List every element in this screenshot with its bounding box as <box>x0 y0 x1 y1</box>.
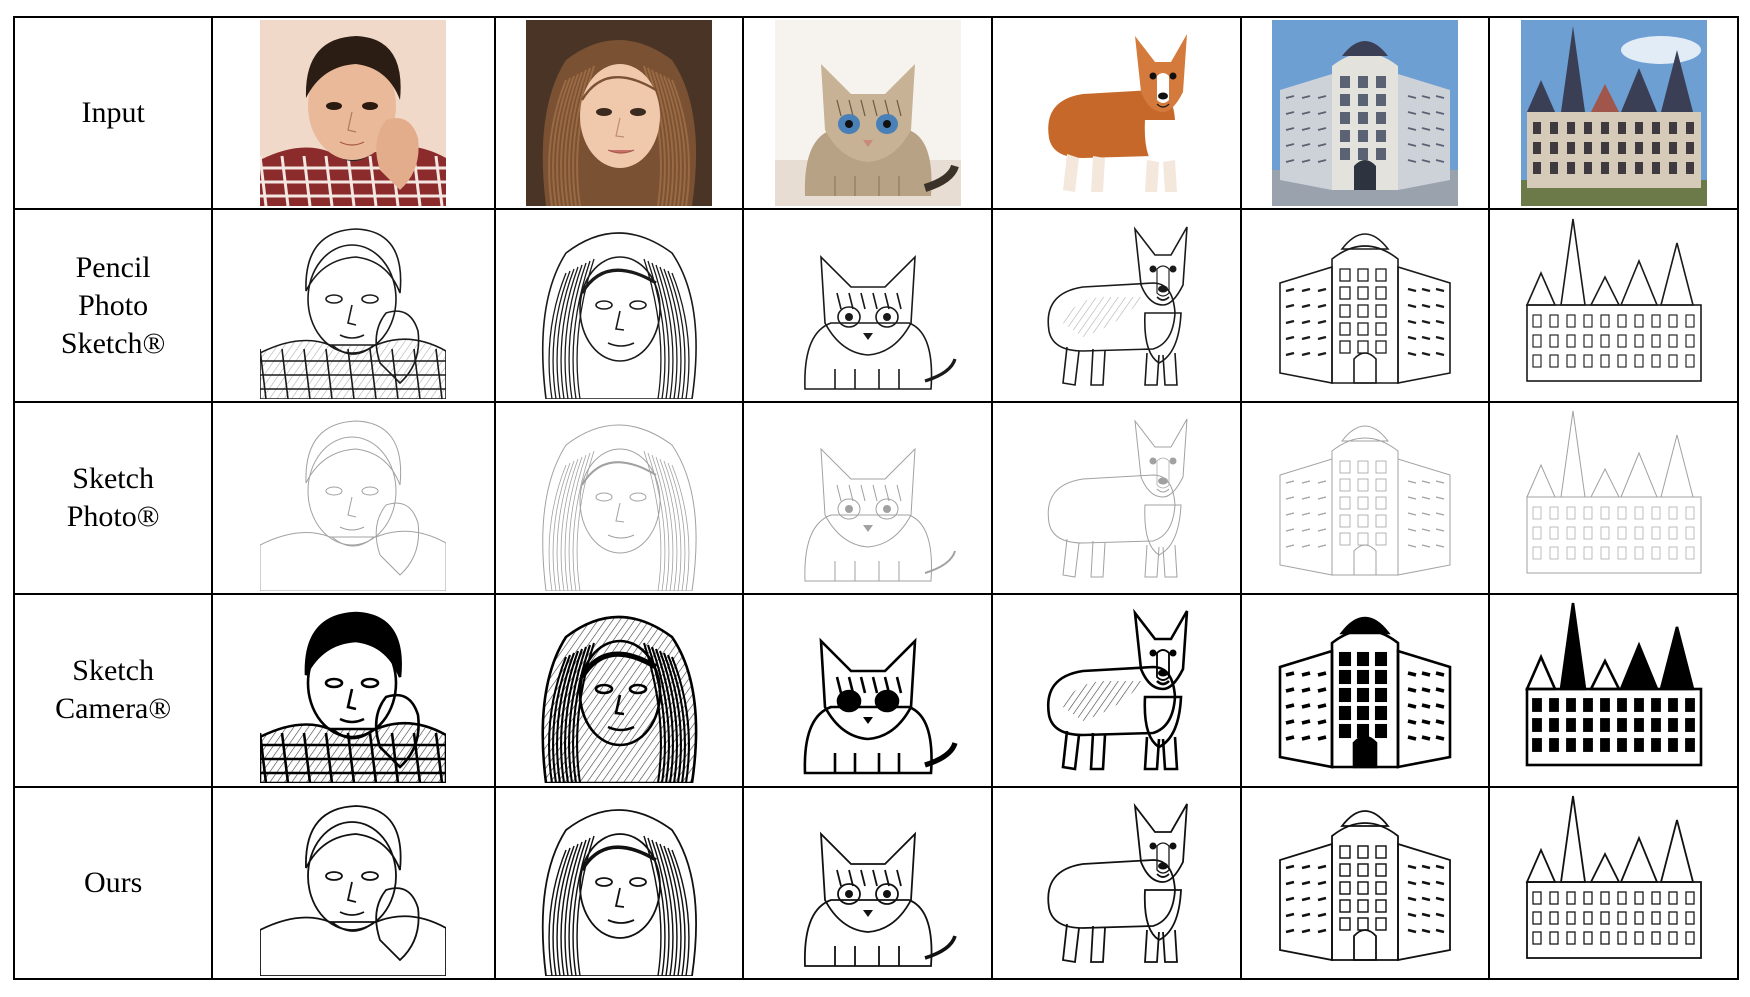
image-cell <box>742 400 993 596</box>
row-label: Input <box>12 15 214 211</box>
row-sketch-photo: Sketch Photo® <box>12 400 1739 596</box>
man-portrait-faint-image <box>260 405 447 591</box>
image-cell <box>493 785 745 981</box>
row-label-line: Pencil <box>75 250 151 284</box>
row-label: Sketch Photo® <box>12 400 214 596</box>
image-cell <box>493 15 745 211</box>
corgi-pencil-image <box>1023 213 1209 399</box>
image-cell <box>1488 593 1739 788</box>
row-sketch-camera: Sketch Camera® <box>12 593 1739 788</box>
row-label-line: Sketch® <box>60 326 166 360</box>
image-cell <box>493 208 745 403</box>
cat-ours-image <box>775 790 961 976</box>
man-portrait-color-image <box>260 20 447 207</box>
building-dark-image <box>1272 597 1458 783</box>
image-cell <box>1488 15 1739 211</box>
woman-portrait-pencil-image <box>526 213 712 399</box>
image-cell <box>1239 400 1491 596</box>
castle-faint-image <box>1521 405 1707 591</box>
man-portrait-ours-image <box>260 790 447 976</box>
man-portrait-dark-image <box>260 597 447 784</box>
image-cell <box>1239 15 1491 211</box>
corgi-color-image <box>1023 20 1210 207</box>
cat-pencil-image <box>775 213 961 399</box>
image-cell <box>211 400 496 596</box>
image-cell <box>990 785 1242 981</box>
row-ours: Ours <box>12 785 1739 981</box>
row-label: Ours <box>12 785 214 981</box>
cat-dark-image <box>775 597 961 783</box>
row-label-line: Photo® <box>66 499 160 533</box>
row-input: Input <box>12 15 1739 211</box>
image-cell <box>990 400 1242 596</box>
building-color-image <box>1271 20 1458 207</box>
image-cell <box>211 785 496 981</box>
woman-portrait-color-image <box>525 20 712 207</box>
man-portrait-pencil-image <box>260 213 447 399</box>
corgi-ours-image <box>1023 790 1209 976</box>
cat-faint-image <box>775 405 961 591</box>
image-cell <box>1488 400 1739 596</box>
woman-portrait-ours-image <box>526 790 712 976</box>
row-label-line: Ours <box>83 865 143 899</box>
row-label-line: Sketch <box>72 654 154 688</box>
image-cell <box>493 593 745 788</box>
image-cell <box>211 208 496 403</box>
row-label-line: Sketch <box>72 461 154 495</box>
image-cell <box>742 593 993 788</box>
image-cell <box>1488 208 1739 403</box>
row-label: Sketch Camera® <box>12 593 214 788</box>
image-cell <box>990 15 1242 211</box>
comparison-figure: Input Pencil Photo Sketch® Sketch Photo® Ske… <box>12 15 1739 981</box>
building-ours-image <box>1272 790 1458 976</box>
image-cell <box>1239 208 1491 403</box>
image-cell <box>211 593 496 788</box>
image-cell <box>493 400 745 596</box>
image-cell <box>990 208 1242 403</box>
woman-portrait-dark-image <box>526 597 712 784</box>
image-cell <box>990 593 1242 788</box>
building-pencil-image <box>1272 213 1458 399</box>
image-cell <box>742 208 993 403</box>
building-faint-image <box>1272 405 1458 591</box>
castle-ours-image <box>1521 790 1707 976</box>
image-cell <box>742 15 993 211</box>
image-cell <box>1239 593 1491 788</box>
row-label-line: Camera® <box>55 692 172 726</box>
corgi-dark-image <box>1023 597 1209 783</box>
cat-color-image <box>774 20 961 207</box>
castle-pencil-image <box>1521 213 1707 399</box>
image-cell <box>742 785 993 981</box>
image-cell <box>1239 785 1491 981</box>
image-cell <box>1488 785 1739 981</box>
row-label-line: Input <box>81 96 145 130</box>
row-label-line: Photo <box>78 288 149 322</box>
castle-dark-image <box>1521 597 1707 783</box>
woman-portrait-faint-image <box>526 405 712 591</box>
row-label: Pencil Photo Sketch® <box>12 208 214 403</box>
castle-color-image <box>1520 20 1707 207</box>
image-cell <box>211 15 496 211</box>
row-pencil-photo-sketch: Pencil Photo Sketch® <box>12 208 1739 403</box>
corgi-faint-image <box>1023 405 1209 591</box>
